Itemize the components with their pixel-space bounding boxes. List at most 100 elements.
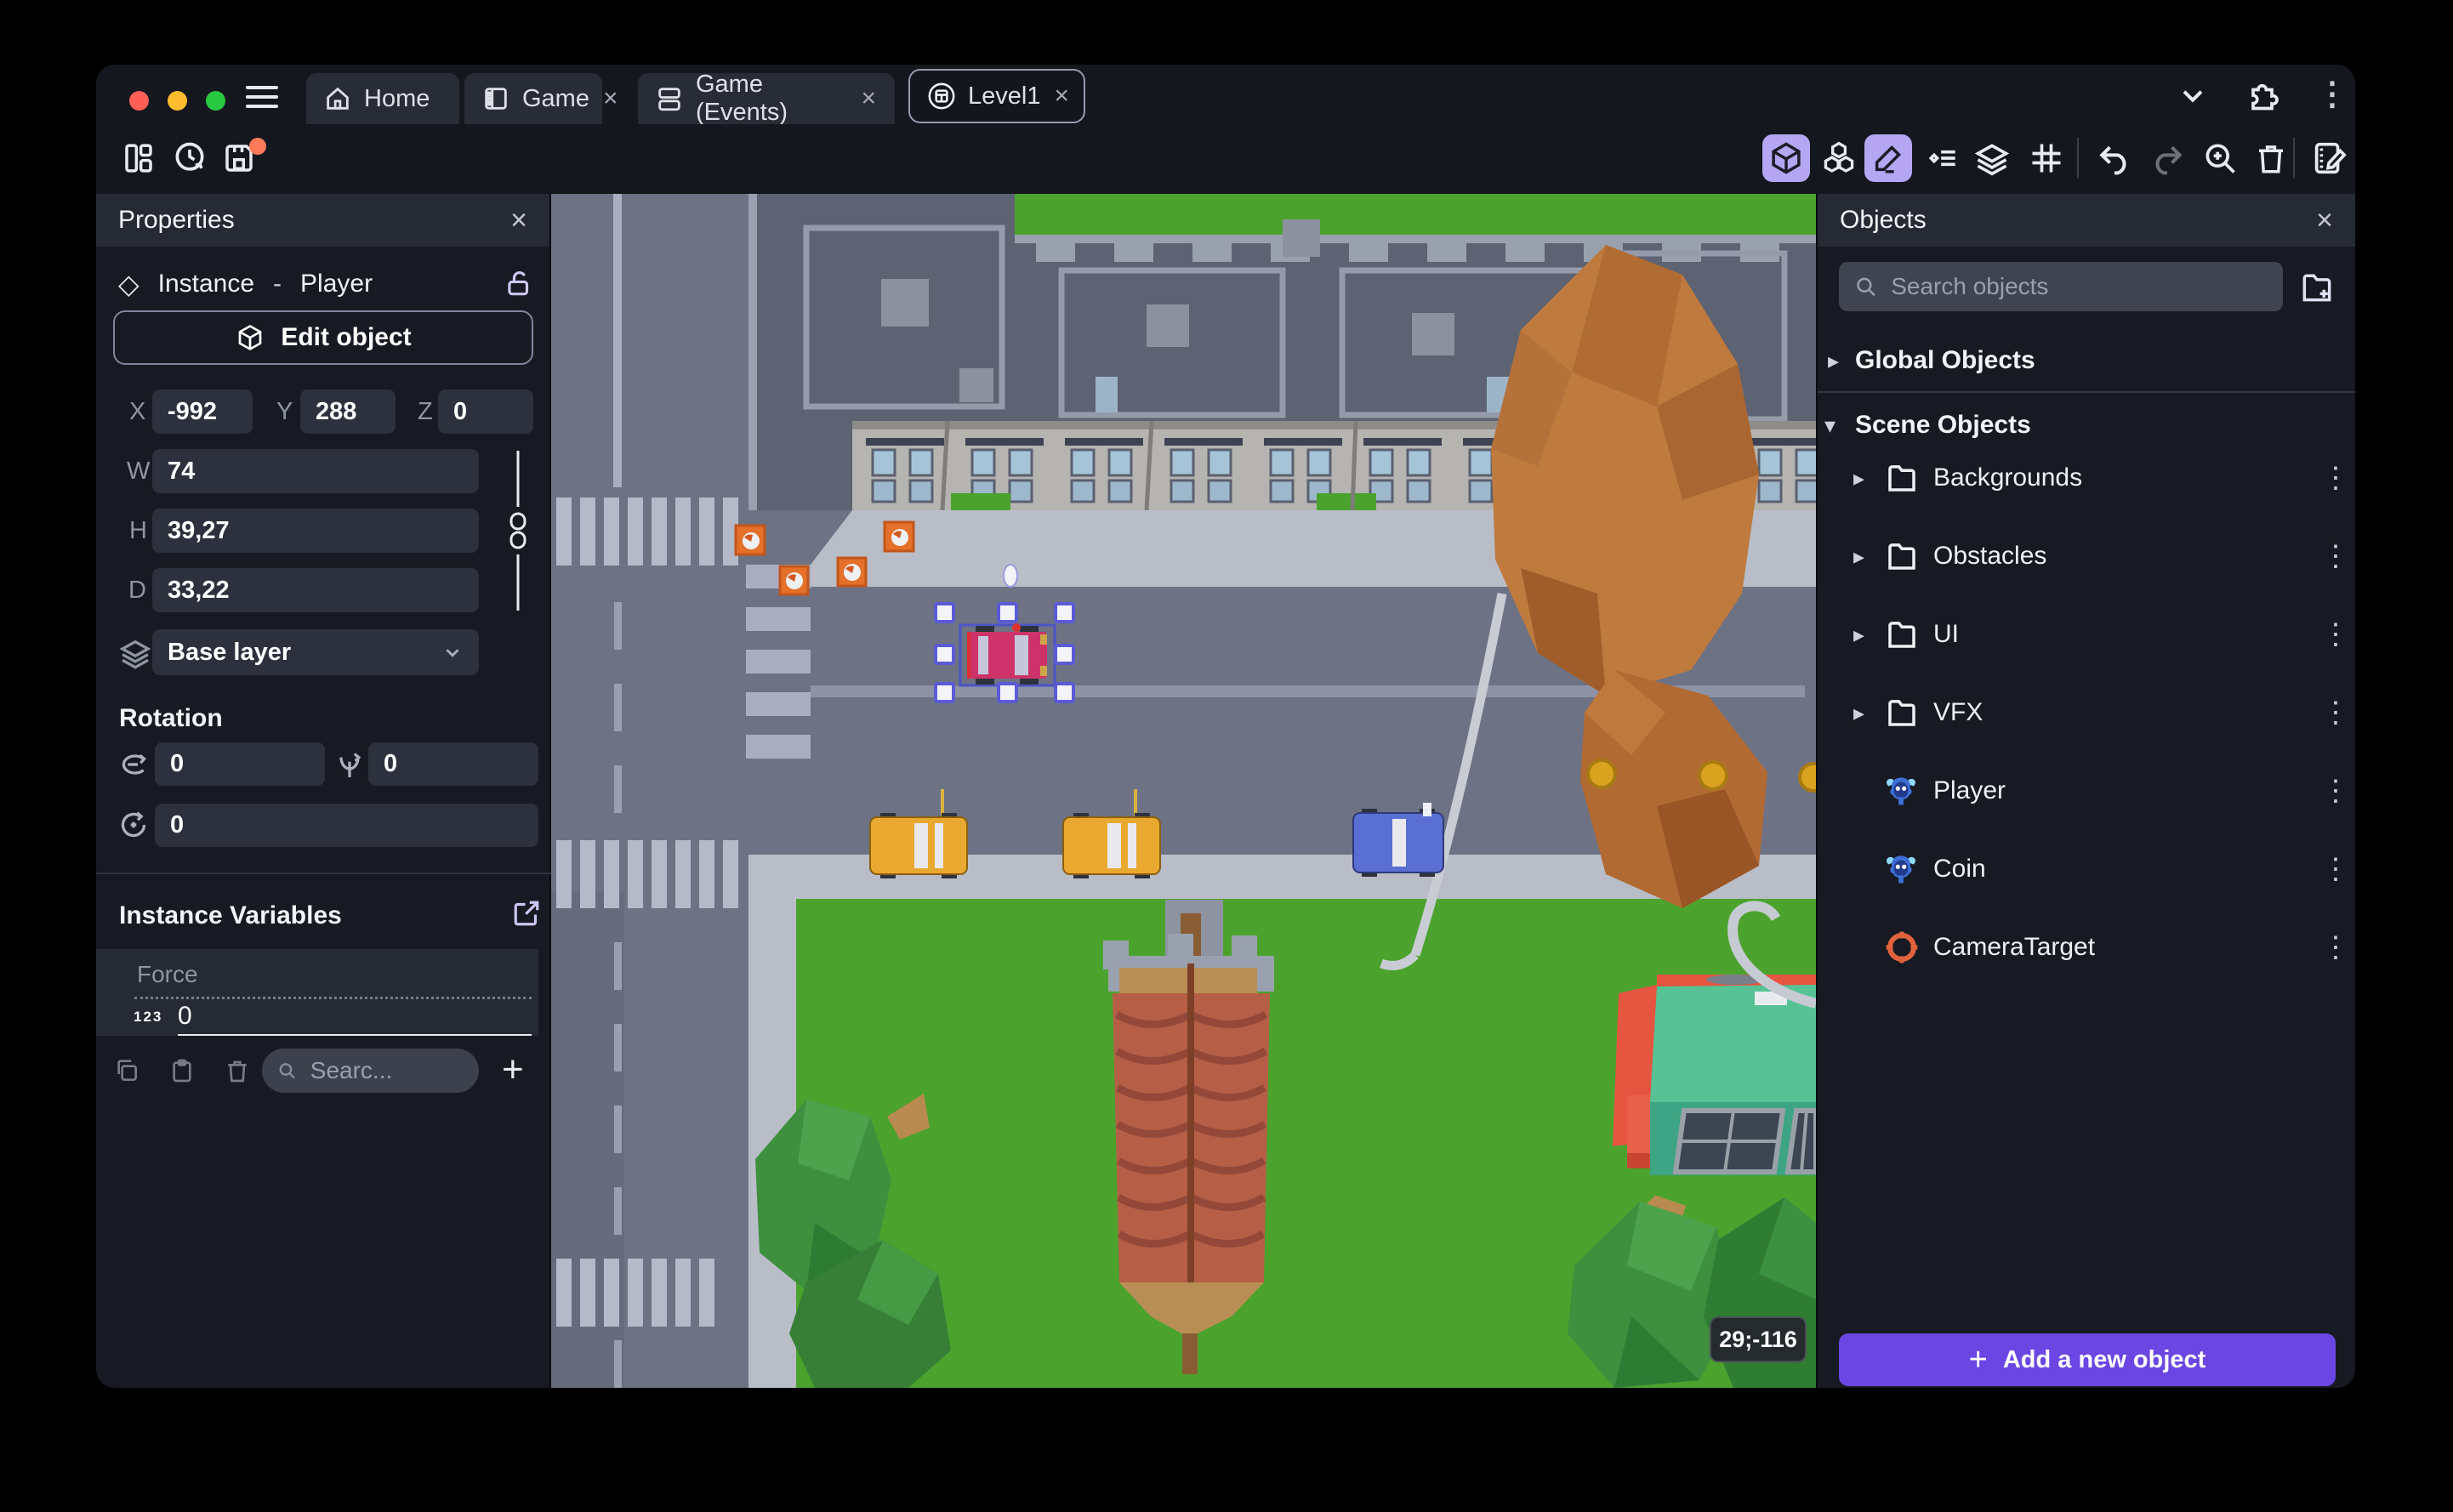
objects-stack-tool-icon[interactable] [1815, 134, 1863, 182]
tree-item-player[interactable]: Player ⋮ [1818, 757, 2355, 825]
add-variable-plus-icon[interactable]: + [502, 1049, 524, 1091]
close-panel-icon[interactable]: × [2316, 204, 2333, 237]
y-input[interactable] [300, 389, 396, 434]
extensions-puzzle-icon[interactable] [2244, 65, 2281, 124]
scene-notes-edit-icon[interactable] [2305, 134, 2353, 182]
delete-variable-trash-icon[interactable] [224, 1057, 251, 1084]
zoom-in-icon[interactable] [2196, 134, 2244, 182]
undo-icon[interactable] [2091, 134, 2138, 182]
edit-pencil-tool-icon[interactable] [1864, 134, 1912, 182]
variable-value[interactable]: 0 [178, 1002, 192, 1031]
point-marker[interactable] [1003, 564, 1018, 588]
traffic-car-yellow-2[interactable] [1062, 813, 1161, 878]
w-input[interactable] [152, 449, 479, 493]
folder-icon [1888, 622, 1915, 648]
traffic-car-blue[interactable] [1352, 803, 1444, 877]
expand-arrow-icon[interactable]: ▸ [1828, 348, 1839, 374]
expand-arrow-icon[interactable]: ▸ [1853, 543, 1864, 570]
instances-list-icon[interactable] [1919, 134, 1966, 182]
collapse-arrow-icon[interactable]: ▾ [1824, 412, 1835, 439]
tree-item-cameratarget[interactable]: CameraTarget ⋮ [1818, 913, 2355, 981]
edit-object-button[interactable]: Edit object [113, 310, 533, 365]
app-window: Home Game × Game (Events) × Level1 × ⋮ P… [96, 65, 2355, 1388]
close-tab-icon[interactable]: × [1052, 83, 1071, 109]
global-objects-header[interactable]: ▸ Global Objects [1818, 337, 2355, 384]
separator: - [273, 270, 282, 298]
layer-select[interactable]: Base layer [152, 629, 479, 675]
z-input[interactable] [438, 389, 533, 434]
minimize-window-button[interactable] [168, 91, 187, 111]
rotation-handle-dot[interactable] [1012, 623, 1021, 632]
add-folder-icon[interactable] [2298, 269, 2336, 306]
item-menu-kebab-icon[interactable]: ⋮ [2321, 542, 2350, 570]
close-window-button[interactable] [129, 91, 149, 111]
close-tab-icon[interactable]: × [601, 86, 620, 111]
x-input[interactable] [152, 389, 253, 434]
variables-list: Force 123 0 [96, 949, 538, 1036]
global-objects-label: Global Objects [1855, 346, 2035, 374]
tree-item-ui[interactable]: ▸ UI ⋮ [1818, 600, 2355, 668]
variable-name[interactable]: Force [137, 961, 198, 988]
layers-panel-icon[interactable] [1968, 134, 2016, 182]
titlebar-chevron-down-icon[interactable] [2176, 65, 2210, 124]
lock-toggle-icon[interactable] [503, 267, 535, 299]
variables-search[interactable] [262, 1049, 479, 1093]
scene-canvas[interactable] [551, 194, 1816, 1388]
tree-item-vfx[interactable]: ▸ VFX ⋮ [1818, 679, 2355, 747]
delete-trash-icon[interactable] [2247, 134, 2295, 182]
paste-clipboard-icon[interactable] [168, 1057, 196, 1084]
tab-level1[interactable]: Level1 × [908, 69, 1085, 123]
item-menu-kebab-icon[interactable]: ⋮ [2321, 933, 2350, 961]
traffic-car-yellow-1[interactable] [869, 813, 968, 878]
grid-icon[interactable] [2023, 134, 2070, 182]
layout-panels-icon[interactable] [115, 134, 162, 182]
instance-header-row: ◇ Instance - Player [118, 262, 373, 306]
tab-home[interactable]: Home [306, 73, 459, 124]
expand-arrow-icon[interactable]: ▸ [1853, 700, 1864, 726]
rotation-z-input[interactable] [155, 804, 538, 847]
item-menu-kebab-icon[interactable]: ⋮ [2321, 620, 2350, 648]
browser-menu-kebab-icon[interactable]: ⋮ [2316, 65, 2348, 124]
objects-panel-header: Objects × [1818, 194, 2355, 247]
objects-search-input[interactable] [1889, 272, 2268, 301]
rotation-x-input[interactable] [155, 742, 325, 786]
expand-arrow-icon[interactable]: ▸ [1853, 622, 1864, 648]
close-panel-icon[interactable]: × [510, 204, 527, 237]
redo-icon[interactable] [2143, 134, 2191, 182]
3d-view-tool-icon[interactable] [1762, 134, 1810, 182]
h-input[interactable] [152, 509, 479, 553]
properties-panel-header: Properties × [96, 194, 549, 247]
item-menu-kebab-icon[interactable]: ⋮ [2321, 776, 2350, 804]
item-menu-kebab-icon[interactable]: ⋮ [2321, 698, 2350, 726]
add-new-object-button[interactable]: + Add a new object [1839, 1333, 2336, 1386]
item-menu-kebab-icon[interactable]: ⋮ [2321, 855, 2350, 883]
properties-panel: Properties × ◇ Instance - Player Edit ob… [96, 194, 551, 1388]
objects-search[interactable] [1839, 262, 2283, 311]
depth-row: D [96, 568, 551, 612]
d-input[interactable] [152, 568, 479, 612]
maximize-window-button[interactable] [206, 91, 225, 111]
item-menu-kebab-icon[interactable]: ⋮ [2321, 463, 2350, 492]
tab-game[interactable]: Game × [464, 73, 618, 124]
tree-item-obstacles[interactable]: ▸ Obstacles ⋮ [1818, 522, 2355, 590]
copy-icon[interactable] [113, 1057, 140, 1084]
tree-item-backgrounds[interactable]: ▸ Backgrounds ⋮ [1818, 444, 2355, 512]
events-list-icon [658, 88, 680, 111]
rotation-y-input[interactable] [368, 742, 538, 786]
link-dimensions-icon[interactable] [499, 449, 537, 612]
open-variables-external-icon[interactable] [511, 898, 542, 929]
expand-arrow-icon[interactable]: ▸ [1853, 465, 1864, 492]
section-divider [96, 873, 551, 874]
variables-search-input[interactable] [308, 1056, 464, 1085]
instance-type-label: Instance [157, 270, 255, 298]
teal-building[interactable] [1613, 975, 1816, 1175]
scene-objects-header[interactable]: ▾ Scene Objects [1818, 401, 2355, 449]
main-menu-icon[interactable] [246, 80, 278, 114]
tab-game-events[interactable]: Game (Events) × [638, 71, 895, 126]
player-object-icon [1887, 777, 1915, 805]
scene-viewport[interactable]: 29;-116 [551, 194, 1816, 1388]
close-tab-icon[interactable]: × [859, 86, 878, 111]
cube-3d-icon [238, 324, 262, 351]
tree-item-coin[interactable]: Coin ⋮ [1818, 835, 2355, 903]
history-icon[interactable] [166, 134, 213, 182]
